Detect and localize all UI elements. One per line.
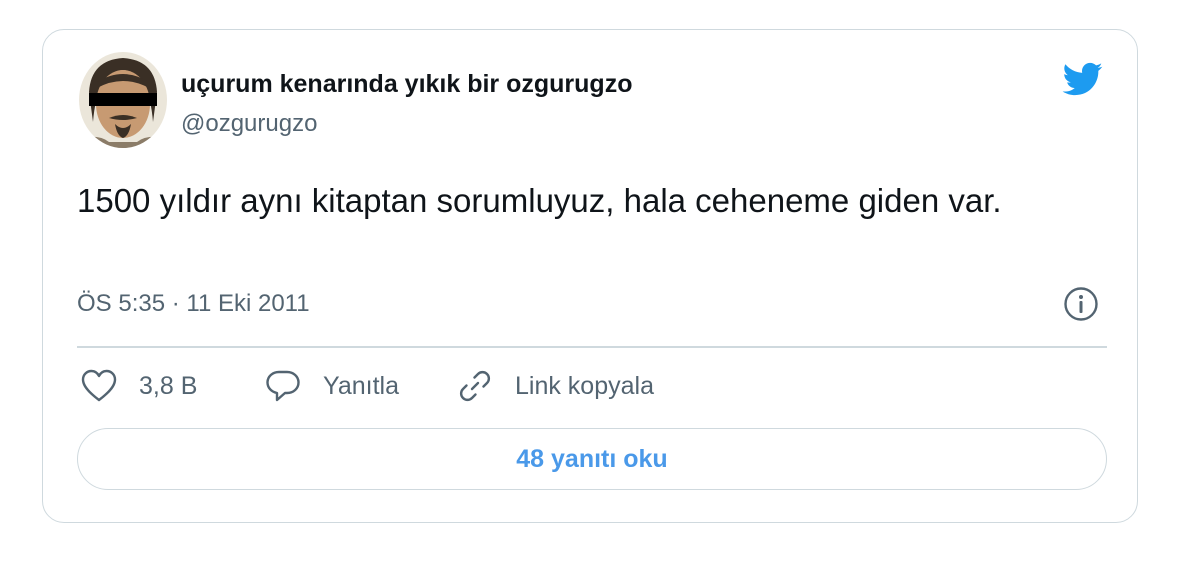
- author-handle[interactable]: @ozgurugzo: [181, 110, 317, 138]
- reply-label: Yanıtla: [323, 371, 399, 400]
- avatar-image: [79, 52, 167, 148]
- link-icon: [457, 368, 493, 404]
- tweet-timestamp[interactable]: ÖS 5:35 · 11 Eki 2011: [77, 290, 310, 318]
- copy-link-label: Link kopyala: [515, 371, 654, 400]
- heart-icon: [81, 369, 117, 403]
- tweet-text: 1500 yıldır aynı kitaptan sorumluyuz, ha…: [77, 182, 1002, 219]
- copy-link-button[interactable]: Link kopyala: [457, 364, 654, 408]
- author-display-name[interactable]: uçurum kenarında yıkık bir ozgurugzo: [181, 70, 632, 99]
- like-count: 3,8 B: [139, 371, 198, 400]
- divider: [77, 346, 1107, 348]
- twitter-bird-icon[interactable]: [1059, 58, 1105, 100]
- read-replies-button[interactable]: 48 yanıtı oku: [77, 428, 1107, 490]
- speech-bubble-icon: [265, 369, 301, 403]
- like-button[interactable]: 3,8 B: [81, 364, 197, 408]
- reply-button[interactable]: Yanıtla: [265, 364, 399, 408]
- info-icon[interactable]: [1063, 286, 1099, 322]
- avatar[interactable]: [79, 52, 167, 148]
- tweet-card: uçurum kenarında yıkık bir ozgurugzo @oz…: [42, 29, 1138, 523]
